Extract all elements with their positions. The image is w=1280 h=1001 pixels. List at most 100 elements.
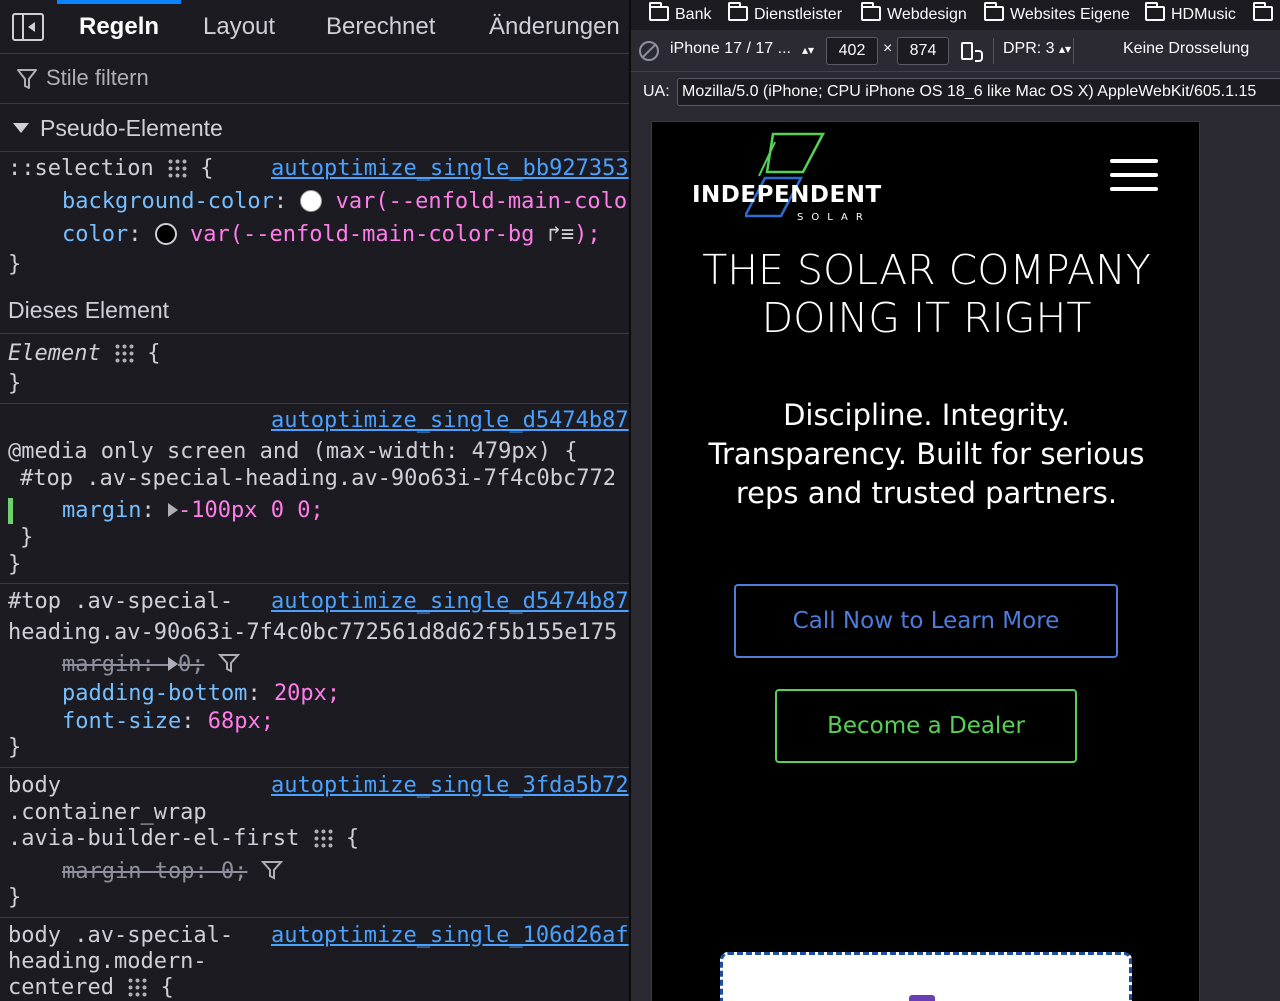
heading-decl-font-size[interactable]: font-size: 68px; (62, 708, 274, 736)
bookmark-folder-overflow[interactable] (1253, 2, 1279, 27)
user-agent-input[interactable]: Mozilla/5.0 (iPhone; CPU iPhone OS 18_6 … (677, 78, 1280, 106)
grid-icon[interactable] (312, 828, 333, 848)
bookmark-label: Webdesign (887, 6, 967, 23)
folder-icon (1253, 2, 1273, 21)
heading-rule-selector-1: #top .av-special- (8, 589, 234, 614)
bookmark-folder-bank[interactable]: Bank (649, 2, 712, 27)
tab-rules[interactable]: Regeln (56, 0, 182, 54)
rule-divider (0, 917, 629, 918)
folder-icon (984, 2, 1004, 21)
this-element-label: Dieses Element (8, 297, 170, 323)
body-decl-margin-top-overridden[interactable]: margin-top: 0; (62, 858, 283, 886)
tab-changes[interactable]: Änderungen (489, 0, 620, 54)
body-heading-selector-2: heading.modern- (8, 949, 207, 974)
bookmark-folder-websites-eigene[interactable]: Websites Eigene (984, 2, 1130, 27)
dpr-selector[interactable]: DPR: 3 ▴▾ (1003, 40, 1071, 58)
network-throttling-selector[interactable]: Keine Drosselung (1123, 40, 1249, 58)
filter-icon[interactable] (217, 652, 240, 674)
hero-subheading: Discipline. Integrity. Transparency. Bui… (708, 398, 1145, 510)
bookmark-folder-webdesign[interactable]: Webdesign (861, 2, 967, 27)
decl-prop: padding-bottom (62, 681, 248, 706)
become-dealer-button[interactable]: Become a Dealer (775, 689, 1077, 763)
site-logo[interactable]: INDEPENDENT SOLAR (690, 132, 890, 223)
rule-divider (0, 583, 629, 584)
media-rule-source-link[interactable]: autoptimize_single_d5474b87 (271, 407, 629, 435)
viewport-height-input[interactable]: 874 (897, 37, 949, 65)
color-swatch-black[interactable] (154, 223, 177, 245)
toolbar-divider (1073, 38, 1074, 64)
brace-open: { (200, 156, 214, 181)
call-now-button[interactable]: Call Now to Learn More (734, 584, 1118, 658)
selection-rule-selector: ::selection { (8, 155, 213, 183)
hamburger-menu-icon[interactable] (1110, 159, 1160, 193)
body-heading-source-link[interactable]: autoptimize_single_106d26af (271, 922, 629, 950)
rdm-toolbar: iPhone 17 / 17 ... ▴▾ 402 × 874 DPR: 3 ▴… (631, 30, 1280, 72)
user-agent-bar: UA: Mozilla/5.0 (iPhone; CPU iPhone OS 1… (631, 72, 1280, 112)
folder-icon (1145, 2, 1165, 21)
heading-rule-source-link[interactable]: autoptimize_single_d5474b87 (271, 588, 629, 616)
selector-text: .avia-builder-el-first (8, 826, 300, 851)
devtools-tabbar: Regeln Layout Berechnet Änderungen (0, 0, 629, 54)
filter-icon (17, 69, 37, 89)
media-decl-margin[interactable]: margin: -100px 0 0; (62, 497, 324, 525)
body-rule-selector-2: .container_wrap (8, 800, 207, 825)
devtools-rules-panel: Regeln Layout Berechnet Änderungen Stile… (0, 0, 629, 1001)
card-icon (909, 995, 935, 1001)
rule-divider (0, 767, 629, 768)
responsive-design-view: Bank Dienstleister Webdesign Websites Ei… (629, 0, 1280, 1001)
expand-shorthand-icon[interactable] (167, 503, 178, 517)
decl-text: margin-top: 0; (62, 859, 248, 884)
grid-icon[interactable] (127, 977, 148, 997)
decl-value: var(--enfold-main-color (335, 189, 629, 214)
brace-open: { (345, 826, 360, 851)
decl-prop: color (62, 222, 129, 247)
device-selector-arrows-icon[interactable]: ▴▾ (802, 43, 814, 57)
dpr-label: DPR: 3 (1003, 40, 1055, 57)
body-rule-source-link[interactable]: autoptimize_single_3fda5b72 (271, 772, 629, 800)
filter-icon[interactable] (260, 859, 283, 881)
heading-decl-margin-overridden[interactable]: margin: 0; (62, 651, 240, 679)
expand-shorthand-icon[interactable] (167, 657, 178, 671)
decl-prop: margin: (62, 652, 168, 677)
sidebar-toggle-icon[interactable] (12, 13, 44, 41)
selection-decl-color[interactable]: color: var(--enfold-main-color-bg ↱≡); (62, 221, 601, 249)
hero-heading: THE SOLAR COMPANY DOING IT RIGHT (702, 246, 1151, 342)
media-rule-selector: #top .av-special-heading.av-90o63i-7f4c0… (20, 466, 617, 491)
tab-computed[interactable]: Berechnet (326, 0, 435, 54)
decl-value: 68px; (207, 709, 274, 734)
grid-icon[interactable] (166, 158, 187, 178)
device-selector[interactable]: iPhone 17 / 17 ... (670, 40, 791, 58)
decl-prop: margin (62, 498, 142, 523)
heading-decl-padding[interactable]: padding-bottom: 20px; (62, 680, 340, 708)
selection-decl-bg[interactable]: background-color: var(--enfold-main-colo… (62, 188, 629, 216)
bookmark-label: Dienstleister (754, 6, 843, 23)
touch-simulation-icon[interactable] (639, 41, 659, 61)
selection-rule-source-link[interactable]: autoptimize_single_bb927353 (271, 155, 629, 183)
viewport-width-input[interactable]: 402 (826, 37, 878, 65)
lightning-bolt-icon (745, 132, 825, 218)
filter-styles-bar[interactable]: Stile filtern (0, 54, 629, 104)
ua-label: UA: (643, 83, 670, 100)
bookmark-folder-dienstleister[interactable]: Dienstleister (728, 2, 843, 27)
brace-close: } (20, 525, 34, 550)
color-swatch-white[interactable] (300, 190, 323, 212)
dimension-separator: × (883, 40, 893, 57)
brace-close: } (8, 552, 22, 577)
logo-subtitle: SOLAR (797, 212, 871, 223)
pseudo-elements-header[interactable]: Pseudo-Elemente (0, 104, 629, 152)
bookmark-folder-hdmusic[interactable]: HDMusic (1145, 2, 1236, 27)
jump-to-variable-icon[interactable]: ↱≡ (548, 222, 575, 247)
bookmark-label: Bank (675, 6, 712, 23)
folder-icon (861, 2, 881, 21)
selector-text: centered (8, 975, 114, 1000)
bookmarks-toolbar: Bank Dienstleister Webdesign Websites Ei… (631, 0, 1280, 30)
selector-text: Element (8, 341, 101, 366)
body-rule-selector-3: .avia-builder-el-first { (8, 825, 359, 853)
body-rule-selector-1: body (8, 773, 61, 798)
decl-value: 0; (177, 652, 205, 677)
tab-layout[interactable]: Layout (203, 0, 275, 54)
filter-styles-input[interactable]: Stile filtern (46, 65, 149, 91)
rotate-viewport-icon[interactable] (961, 42, 983, 62)
decl-value: -100px 0 0; (177, 498, 324, 523)
grid-icon[interactable] (113, 343, 134, 363)
